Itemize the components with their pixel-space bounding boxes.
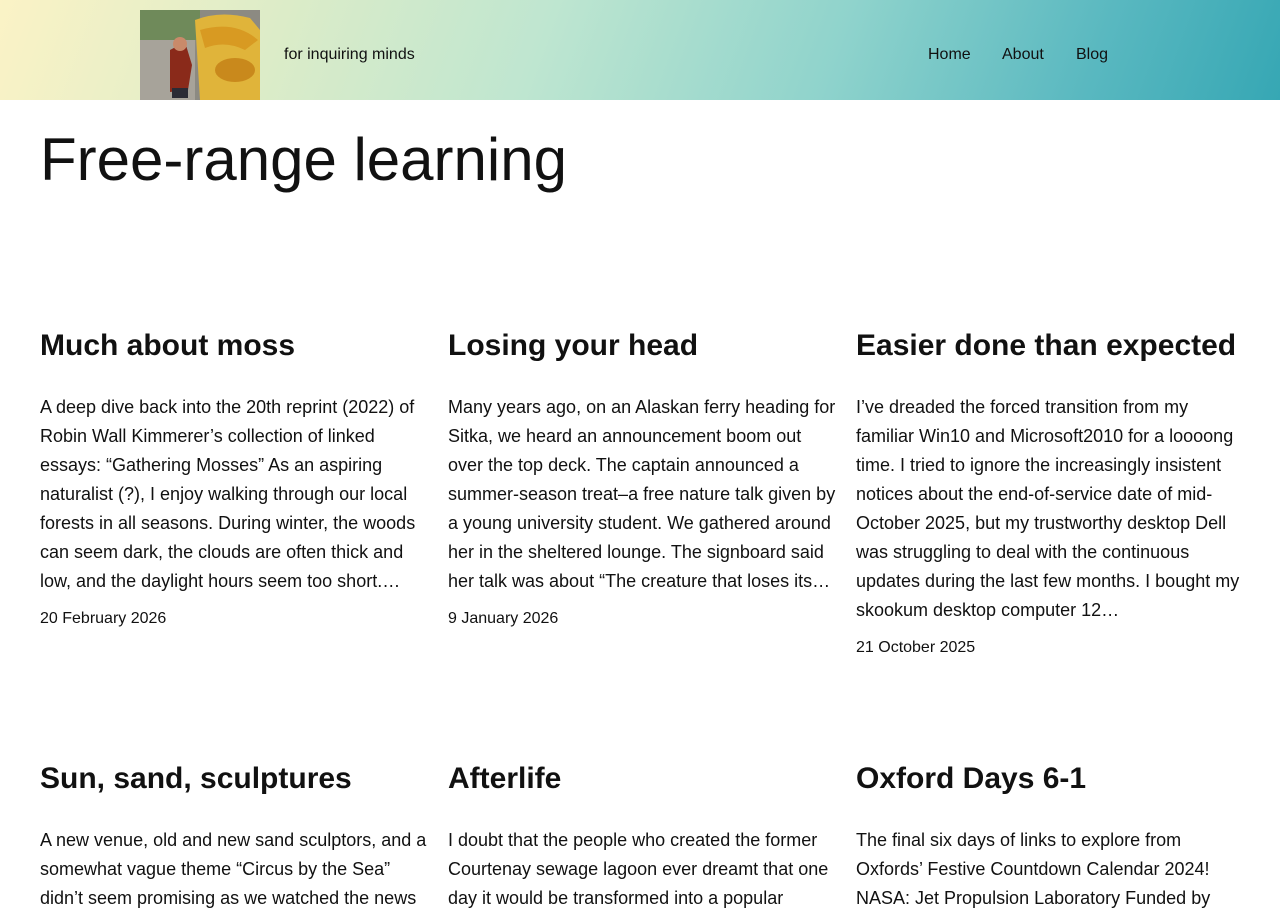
post-card: Losing your head Many years ago, on an A… bbox=[448, 328, 836, 629]
post-title-link[interactable]: Easier done than expected bbox=[856, 328, 1244, 364]
page-title: Free-range learning bbox=[40, 126, 567, 193]
post-card: Afterlife I doubt that the people who cr… bbox=[448, 761, 836, 913]
post-title-link[interactable]: Losing your head bbox=[448, 328, 836, 364]
post-excerpt: I’ve dreaded the forced transition from … bbox=[856, 397, 1240, 620]
nav-link-home[interactable]: Home bbox=[928, 46, 971, 64]
post-title-link[interactable]: Sun, sand, sculptures bbox=[40, 761, 428, 797]
site-header: for inquiring minds Home About Blog bbox=[0, 0, 1280, 100]
nav-link-about[interactable]: About bbox=[1002, 46, 1044, 64]
site-logo-photo[interactable] bbox=[140, 10, 260, 100]
nav-link-blog[interactable]: Blog bbox=[1076, 46, 1108, 64]
post-excerpt: Many years ago, on an Alaskan ferry head… bbox=[448, 397, 836, 591]
post-date: 9 January 2026 bbox=[448, 610, 559, 627]
post-card: Easier done than expected I’ve dreaded t… bbox=[856, 328, 1244, 658]
site-tagline: for inquiring minds bbox=[284, 46, 415, 63]
post-title-link[interactable]: Oxford Days 6-1 bbox=[856, 761, 1244, 797]
post-date: 20 February 2026 bbox=[40, 610, 167, 627]
post-excerpt: A deep dive back into the 20th reprint (… bbox=[40, 397, 416, 591]
post-title-link[interactable]: Afterlife bbox=[448, 761, 836, 797]
post-title-link[interactable]: Much about moss bbox=[40, 328, 428, 364]
post-date: 21 October 2025 bbox=[856, 639, 976, 656]
post-card: Sun, sand, sculptures A new venue, old a… bbox=[40, 761, 428, 913]
post-card: Much about moss A deep dive back into th… bbox=[40, 328, 428, 629]
post-card: Oxford Days 6-1 The final six days of li… bbox=[856, 761, 1244, 913]
